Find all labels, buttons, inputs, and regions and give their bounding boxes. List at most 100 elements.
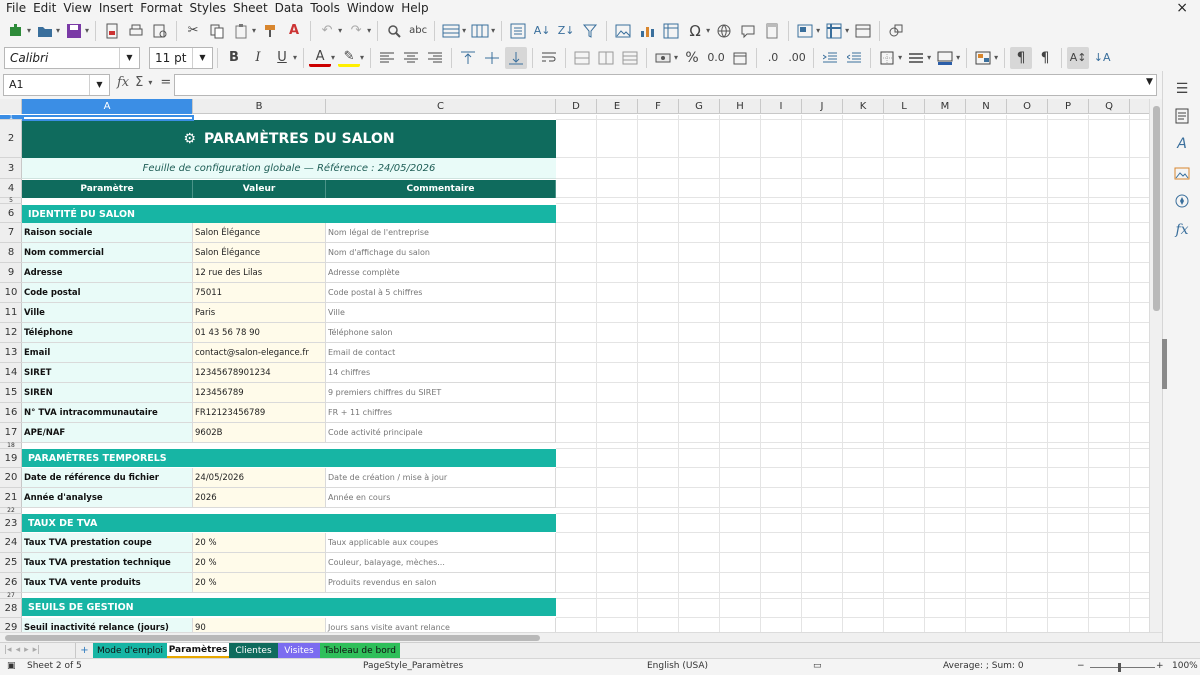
row-header-13[interactable]: 13 xyxy=(0,343,22,363)
sum-icon[interactable]: Σ xyxy=(135,75,143,90)
gallery-icon[interactable] xyxy=(1173,164,1191,182)
left-to-right-icon[interactable]: ¶ xyxy=(1010,46,1033,69)
tab-visites[interactable]: Visites xyxy=(278,643,320,658)
header-valeur[interactable]: Valeur xyxy=(193,180,326,198)
first-sheet-icon[interactable]: |◂ xyxy=(4,645,12,655)
border-color-icon[interactable] xyxy=(934,47,956,69)
tab-mode-emploi[interactable]: Mode d'emploi xyxy=(93,643,167,658)
column-header-p[interactable]: P xyxy=(1048,99,1089,114)
row-header-19[interactable]: 19 xyxy=(0,449,22,468)
column-header-l[interactable]: L xyxy=(884,99,925,114)
currency-dropdown-icon[interactable]: ▾ xyxy=(674,53,678,62)
chevron-down-icon[interactable]: ▼ xyxy=(89,75,109,95)
column-header-b[interactable]: B xyxy=(193,99,326,114)
close-document-icon[interactable]: × xyxy=(1176,0,1188,17)
row-header-20[interactable]: 20 xyxy=(0,468,22,488)
row-header-12[interactable]: 12 xyxy=(0,323,22,343)
date-icon[interactable] xyxy=(729,47,751,69)
undo-icon[interactable]: ↶ xyxy=(316,20,338,42)
highlighting-color-icon[interactable]: ✎ xyxy=(338,48,361,67)
cell-valeur[interactable]: 90 xyxy=(193,618,326,632)
row-icon[interactable] xyxy=(440,20,462,42)
hyperlink-icon[interactable] xyxy=(713,20,735,42)
row-header-17[interactable]: 17 xyxy=(0,423,22,443)
cell-valeur[interactable]: 2026 xyxy=(193,488,326,508)
column-header-m[interactable]: M xyxy=(925,99,966,114)
document-status-icon[interactable]: ▣ xyxy=(7,661,16,671)
column-header-d[interactable]: D xyxy=(556,99,597,114)
number-icon[interactable]: 0.0 xyxy=(705,47,727,69)
cell-valeur[interactable]: 01 43 56 78 90 xyxy=(193,323,326,343)
unmerge-cells-icon[interactable] xyxy=(619,47,641,69)
page-style[interactable]: PageStyle_Paramètres xyxy=(363,661,463,671)
border-style-dropdown-icon[interactable]: ▾ xyxy=(927,53,931,62)
cell-valeur[interactable]: Paris xyxy=(193,303,326,323)
cell-valeur[interactable]: contact@salon-elegance.fr xyxy=(193,343,326,363)
row-header-9[interactable]: 9 xyxy=(0,263,22,283)
sum-dropdown-icon[interactable]: ▾ xyxy=(148,78,152,87)
delete-decimal-icon[interactable]: .00 xyxy=(786,47,808,69)
clear-formatting-icon[interactable]: A xyxy=(283,20,305,42)
special-character-icon[interactable]: Ω xyxy=(684,20,706,42)
cell-parametre[interactable]: Code postal xyxy=(22,283,193,303)
decrease-indent-icon[interactable] xyxy=(843,47,865,69)
align-top-icon[interactable] xyxy=(457,47,479,69)
column-header-a[interactable]: A xyxy=(22,99,193,114)
selection-mode-icon[interactable]: ▭ xyxy=(813,661,822,671)
freeze-dropdown-icon[interactable]: ▾ xyxy=(845,26,849,35)
add-decimal-icon[interactable]: .0 xyxy=(762,47,784,69)
tab-parametres[interactable]: Paramètres xyxy=(167,643,229,658)
column-header-f[interactable]: F xyxy=(638,99,679,114)
cell-commentaire[interactable]: Ville xyxy=(326,303,556,323)
cell-valeur[interactable]: 20 % xyxy=(193,553,326,573)
border-color-dropdown-icon[interactable]: ▾ xyxy=(956,53,960,62)
navigator-icon[interactable] xyxy=(1173,192,1191,210)
cell-commentaire[interactable]: Taux applicable aux coupes xyxy=(326,533,556,553)
pivot-table-icon[interactable] xyxy=(660,20,682,42)
copy-icon[interactable] xyxy=(206,20,228,42)
chart-icon[interactable] xyxy=(636,20,658,42)
menu-data[interactable]: Data xyxy=(274,0,310,17)
cell-commentaire[interactable]: Email de contact xyxy=(326,343,556,363)
chevron-down-icon[interactable]: ▼ xyxy=(192,47,212,68)
cell-valeur[interactable]: 20 % xyxy=(193,573,326,593)
cell-commentaire[interactable]: 14 chiffres xyxy=(326,363,556,383)
cut-icon[interactable]: ✂ xyxy=(182,20,204,42)
paste-dropdown-icon[interactable]: ▾ xyxy=(252,26,256,35)
cell-valeur[interactable]: 75011 xyxy=(193,283,326,303)
clone-formatting-icon[interactable] xyxy=(259,20,281,42)
row-header-21[interactable]: 21 xyxy=(0,488,22,508)
menu-format[interactable]: Format xyxy=(139,0,188,17)
select-all-corner[interactable] xyxy=(0,99,22,114)
row-header-16[interactable]: 16 xyxy=(0,403,22,423)
horizontal-scroll-thumb[interactable] xyxy=(5,635,540,641)
row-header-14[interactable]: 14 xyxy=(0,363,22,383)
menu-window[interactable]: Window xyxy=(346,0,400,17)
column-header-i[interactable]: I xyxy=(761,99,802,114)
row-header-3[interactable]: 3 xyxy=(0,158,22,179)
wrap-text-icon[interactable] xyxy=(538,47,560,69)
cell-parametre[interactable]: Seuil inactivité relance (jours) xyxy=(22,618,193,632)
redo-icon[interactable]: ↷ xyxy=(345,20,367,42)
special-character-dropdown-icon[interactable]: ▾ xyxy=(706,26,710,35)
paste-icon[interactable] xyxy=(230,20,252,42)
cell-commentaire[interactable]: FR + 11 chiffres xyxy=(326,403,556,423)
cell-parametre[interactable]: Email xyxy=(22,343,193,363)
vertical-scrollbar[interactable] xyxy=(1149,99,1162,632)
new-dropdown-icon[interactable]: ▾ xyxy=(27,26,31,35)
print-area-dropdown-icon[interactable]: ▾ xyxy=(816,26,820,35)
highlight-dropdown-icon[interactable]: ▾ xyxy=(360,53,364,62)
align-right-icon[interactable] xyxy=(424,47,446,69)
split-window-icon[interactable] xyxy=(852,20,874,42)
cell-parametre[interactable]: Nom commercial xyxy=(22,243,193,263)
cell-commentaire[interactable]: Code activité principale xyxy=(326,423,556,443)
cell-commentaire[interactable]: Nom légal de l'entreprise xyxy=(326,223,556,243)
column-icon[interactable] xyxy=(469,20,491,42)
vertical-scroll-thumb[interactable] xyxy=(1153,106,1160,311)
header-commentaire[interactable]: Commentaire xyxy=(326,180,556,198)
menu-sheet[interactable]: Sheet xyxy=(232,0,274,17)
sidebar-menu-icon[interactable]: ☰ xyxy=(1173,80,1191,98)
image-icon[interactable] xyxy=(612,20,634,42)
row-header-28[interactable]: 28 xyxy=(0,599,22,618)
cell-valeur[interactable]: 9602B xyxy=(193,423,326,443)
